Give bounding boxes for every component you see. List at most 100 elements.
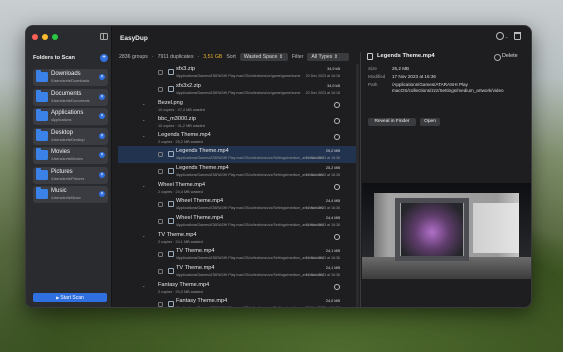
file-row[interactable]: Wheel Theme.mp4/Applications/Games/ATARA… xyxy=(118,213,356,230)
group-check-icon[interactable] xyxy=(334,284,340,290)
select-checkbox[interactable] xyxy=(158,219,163,224)
remove-folder-icon[interactable]: × xyxy=(99,152,105,158)
detail-pane: Legends Theme.mp4 Delete Size 25,2 MB Mo… xyxy=(362,52,531,307)
sidebar-folder-desktop[interactable]: Desktop/Users/arefs/Desktop × xyxy=(33,127,108,145)
modified-value: 17 Nov 2023 at 16:36 xyxy=(392,74,436,79)
file-name: TV Theme.mp4 xyxy=(176,248,215,254)
file-path: /Applications/Games/ATARASHI Play macOS/… xyxy=(176,256,324,260)
file-date: 17 Nov 2023 at 16:36 xyxy=(305,256,340,260)
group-header[interactable]: ⌄ Wheel Theme.mp4 2 copies · 24,4 MB waste… xyxy=(118,180,356,196)
sidebar-toggle-icon[interactable] xyxy=(100,33,108,40)
select-checkbox[interactable] xyxy=(158,269,163,274)
folder-path: /Applications xyxy=(51,118,72,122)
file-row[interactable]: sfx3.zip/Applications/Games/ATARASHI Pla… xyxy=(118,64,356,81)
filter-select[interactable]: All Types ⇕ xyxy=(307,52,350,61)
scrollbar[interactable] xyxy=(356,64,359,307)
chevron-down-icon[interactable]: ⌄ xyxy=(142,233,145,238)
sidebar-folder-downloads[interactable]: Downloads/Users/arefs/Downloads × xyxy=(33,69,108,86)
sidebar-folder-movies[interactable]: Movies/Users/arefs/Movies × xyxy=(33,147,108,164)
open-button[interactable]: Open xyxy=(420,118,440,126)
group-check-icon[interactable] xyxy=(334,234,340,240)
file-row[interactable]: TV Theme.mp4/Applications/Games/ATARASHI… xyxy=(118,263,356,280)
sort-value: Wasted Space xyxy=(243,53,278,60)
chevron-down-icon[interactable]: ⌄ xyxy=(142,283,145,288)
chevron-down-icon[interactable]: ⌄ xyxy=(142,117,145,122)
file-path: /Applications/Games/ATARASHI Play macOS/… xyxy=(176,223,324,227)
file-size: 24,0 MB xyxy=(325,299,340,303)
select-checkbox[interactable] xyxy=(158,202,163,207)
remove-folder-icon[interactable]: × xyxy=(99,171,105,178)
remove-folder-icon[interactable]: × xyxy=(99,74,105,80)
group-summary: 10 copies · 41,2 MB wasted xyxy=(158,124,205,128)
file-date: 20 Dec 2023 at 16:18 xyxy=(305,91,340,95)
zoom-window-button[interactable] xyxy=(52,34,58,40)
group-name: Legends Theme.mp4 xyxy=(158,132,211,138)
file-size: 24,1 MB xyxy=(325,266,340,270)
chevron-down-icon[interactable]: ⌄ xyxy=(142,183,145,188)
chevron-down-icon[interactable]: ⌄ xyxy=(142,133,145,138)
group-header[interactable]: ⌄ Fantasy Theme.mp4 2 copies · 24,0 MB was… xyxy=(118,280,356,296)
file-date: 17 Nov 2023 at 16:36 xyxy=(305,206,340,210)
file-name: Legends Theme.mp4 xyxy=(176,165,229,171)
sidebar-folder-applications[interactable]: Applications/Applications × xyxy=(33,108,108,125)
file-name: Fantasy Theme.mp4 xyxy=(176,298,228,304)
select-checkbox[interactable] xyxy=(158,152,163,157)
chevron-down-icon[interactable]: ⌄ xyxy=(505,34,508,39)
file-icon xyxy=(168,69,174,75)
select-checkbox[interactable] xyxy=(158,302,163,307)
file-row[interactable]: Fantasy Theme.mp4/Applications/Games/ATA… xyxy=(118,296,356,307)
group-header[interactable]: ⌄ TV Theme.mp4 2 copies · 24,1 MB wasted xyxy=(118,230,356,246)
reveal-in-finder-button[interactable]: Reveal in Finder xyxy=(368,118,416,126)
file-row[interactable]: Wheel Theme.mp4/Applications/Games/ATARA… xyxy=(118,196,356,213)
file-row[interactable]: Legends Theme.mp4/Applications/Games/ATA… xyxy=(118,146,356,163)
group-check-icon[interactable] xyxy=(334,118,340,124)
sidebar-folder-documents[interactable]: Documents/Users/arefs/Documents × xyxy=(33,88,108,106)
minimize-window-button[interactable] xyxy=(42,34,48,40)
file-row[interactable]: sfx3x2.zip/Applications/Games/ATARASHI P… xyxy=(118,81,356,98)
remove-folder-icon[interactable]: × xyxy=(99,113,105,119)
remove-folder-icon[interactable]: × xyxy=(99,132,105,139)
close-window-button[interactable] xyxy=(32,34,38,40)
separator: · xyxy=(197,53,200,60)
file-size: 34,9 kB xyxy=(327,67,340,71)
add-folder-button[interactable]: + xyxy=(100,54,108,62)
chevron-down-icon[interactable]: ⌄ xyxy=(142,101,145,106)
file-size: 24,1 MB xyxy=(325,249,340,253)
folder-path: /Users/arefs/Documents xyxy=(51,98,90,103)
trash-icon[interactable] xyxy=(514,32,522,40)
detail-title: Legends Theme.mp4 xyxy=(377,53,435,59)
group-summary: 2 copies · 24,0 MB wasted xyxy=(158,290,203,294)
delete-button[interactable]: Delete xyxy=(494,53,518,61)
file-row[interactable]: Legends Theme.mp4/Applications/Games/ATA… xyxy=(118,163,356,180)
group-name: Bezel.png xyxy=(158,100,183,106)
updown-icon: ⇕ xyxy=(278,53,284,60)
check-circle-icon[interactable] xyxy=(496,32,504,40)
file-size: 24,4 MB xyxy=(325,216,340,220)
select-checkbox[interactable] xyxy=(158,169,163,174)
group-header[interactable]: ⌄ Bezel.png 10 copies · 47,4 MB wasted xyxy=(118,98,356,114)
preview-side-panel xyxy=(473,203,519,253)
pane-divider[interactable] xyxy=(360,52,361,307)
group-check-icon[interactable] xyxy=(334,184,340,190)
select-checkbox[interactable] xyxy=(158,87,163,92)
sidebar-heading: Folders to Scan xyxy=(33,55,75,61)
file-name: Legends Theme.mp4 xyxy=(176,148,229,154)
sidebar-folder-music[interactable]: Music/Users/arefs/Music × xyxy=(33,186,108,203)
file-name: Wheel Theme.mp4 xyxy=(176,215,224,221)
main-window: Folders to Scan + Downloads/Users/arefs/… xyxy=(25,25,532,308)
select-checkbox[interactable] xyxy=(158,70,163,75)
file-path: /Applications/Games/ATARASHI Play macOS/… xyxy=(176,74,301,78)
file-icon xyxy=(168,268,174,274)
sort-select[interactable]: Wasted Space ⇕ xyxy=(239,52,288,61)
sidebar-folder-pictures[interactable]: Pictures/Users/arefs/Pictures × xyxy=(33,166,108,184)
select-checkbox[interactable] xyxy=(158,252,163,257)
group-header[interactable]: ⌄ Legends Theme.mp4 2 copies · 25,2 MB was… xyxy=(118,130,356,146)
remove-folder-icon[interactable]: × xyxy=(99,93,105,100)
file-row[interactable]: TV Theme.mp4/Applications/Games/ATARASHI… xyxy=(118,246,356,263)
file-icon xyxy=(367,53,373,60)
group-header[interactable]: ⌄ bbc_m3000.zip 10 copies · 41,2 MB wasted xyxy=(118,114,356,130)
group-check-icon[interactable] xyxy=(334,134,340,140)
remove-folder-icon[interactable]: × xyxy=(99,191,105,197)
start-scan-button[interactable]: ▶ Start Scan xyxy=(33,293,107,302)
group-check-icon[interactable] xyxy=(334,102,340,108)
